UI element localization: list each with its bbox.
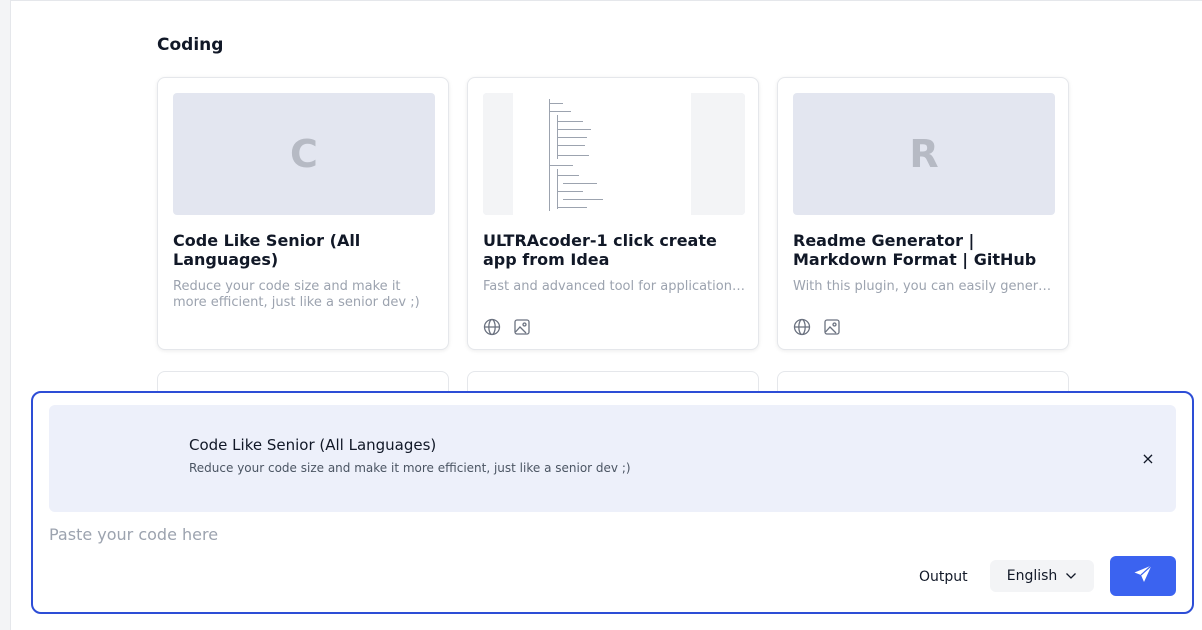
card-title: Readme Generator | Markdown Format | Git… [793,231,1037,269]
selected-plugin-name: Code Like Senior (All Languages) [189,436,437,454]
plugin-thumbnail: R [793,93,1055,215]
card-capabilities [483,318,531,336]
selected-language: English [1006,568,1058,584]
close-plugin-button[interactable]: × [1137,447,1159,469]
plugin-thumbnail [483,93,745,215]
send-button[interactable] [1110,556,1176,596]
plugin-card[interactable]: ULTRAcoder-1 click create app from Idea … [467,77,759,350]
send-icon [1133,564,1153,588]
output-label: Output [919,569,968,585]
card-description: With this plugin, you can easily generat… [793,279,1055,294]
card-title: ULTRAcoder-1 click create app from Idea [483,231,717,269]
card-description: Fast and advanced tool for application d… [483,279,745,294]
globe-icon [793,318,811,336]
plugin-card[interactable]: C Code Like Senior (All Languages) Reduc… [157,77,449,350]
file-tree-document [513,93,691,215]
thumbnail-letter: C [290,132,318,176]
card-capabilities [793,318,841,336]
card-title: Code Like Senior (All Languages) [173,231,361,269]
selected-plugin-description: Reduce your code size and make it more e… [189,461,631,475]
globe-icon [483,318,501,336]
file-tree-preview [483,93,745,215]
section-title: Coding [157,35,224,55]
close-icon: × [1141,448,1155,468]
plugin-thumbnail: C [173,93,435,215]
image-icon [823,318,841,336]
thumbnail-letter: R [909,132,939,176]
selected-plugin-banner: Code Like Senior (All Languages) Reduce … [49,405,1176,512]
plugin-card[interactable]: R Readme Generator | Markdown Format | G… [777,77,1069,350]
code-input[interactable] [49,521,1049,547]
image-icon [513,318,531,336]
card-description: Reduce your code size and make it more e… [173,279,420,310]
prompt-composer: Code Like Senior (All Languages) Reduce … [31,391,1194,614]
chevron-down-icon [1065,568,1077,584]
output-language-select[interactable]: English [990,560,1094,592]
